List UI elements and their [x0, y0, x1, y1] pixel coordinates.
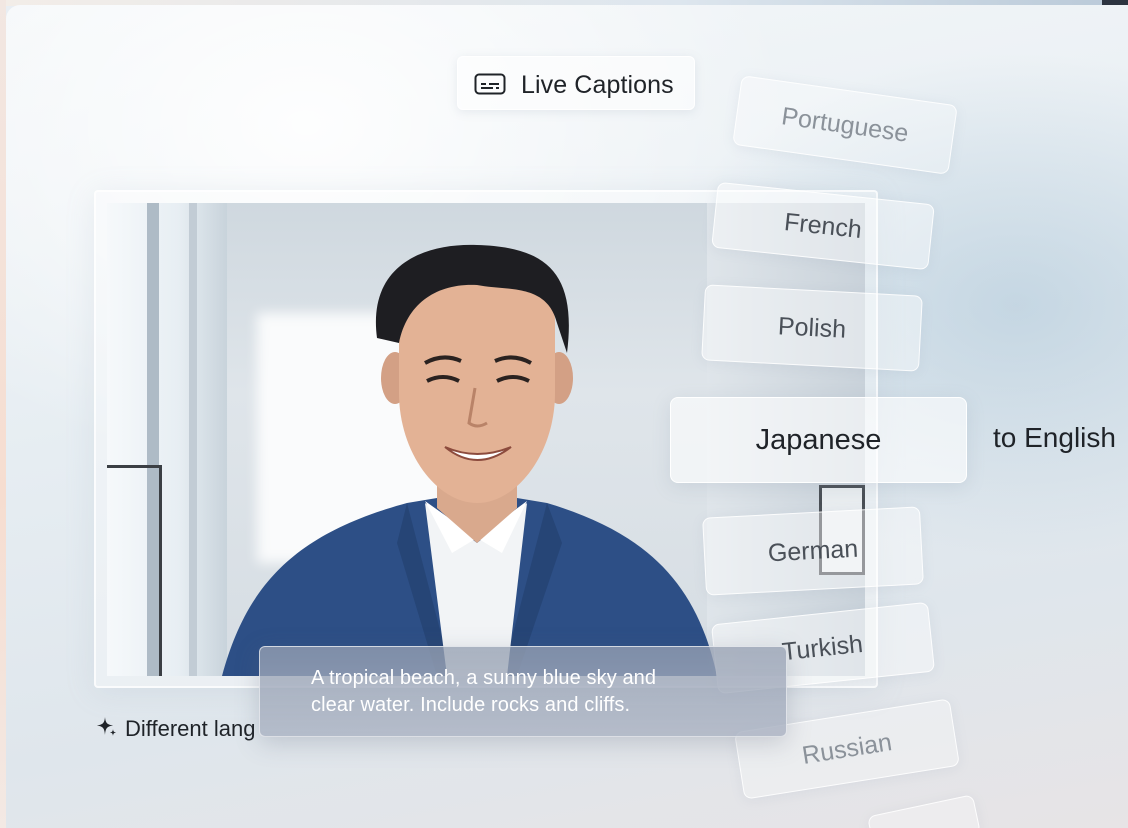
language-chip-polish[interactable]: Polish [701, 284, 923, 372]
sparkle-icon [97, 717, 116, 736]
caption-line: clear water. Include rocks and cliffs. [311, 694, 631, 716]
language-chip-japanese[interactable]: Japanese [670, 397, 967, 483]
live-captions-title: Live Captions [521, 71, 674, 99]
live-captions-header: Live Captions [457, 56, 695, 110]
language-chip-german[interactable]: German [702, 506, 924, 596]
different-languages-text: Different lang [125, 716, 256, 741]
target-language-label: to English [993, 422, 1116, 453]
different-languages-label: Different lang [96, 714, 255, 741]
left-edge-glow [0, 0, 6, 828]
live-caption-overlay: A tropical beach, a sunny blue sky and c… [259, 646, 787, 737]
caption-line: A tropical beach, a sunny blue sky and [311, 667, 657, 689]
closed-captions-icon [474, 73, 506, 95]
